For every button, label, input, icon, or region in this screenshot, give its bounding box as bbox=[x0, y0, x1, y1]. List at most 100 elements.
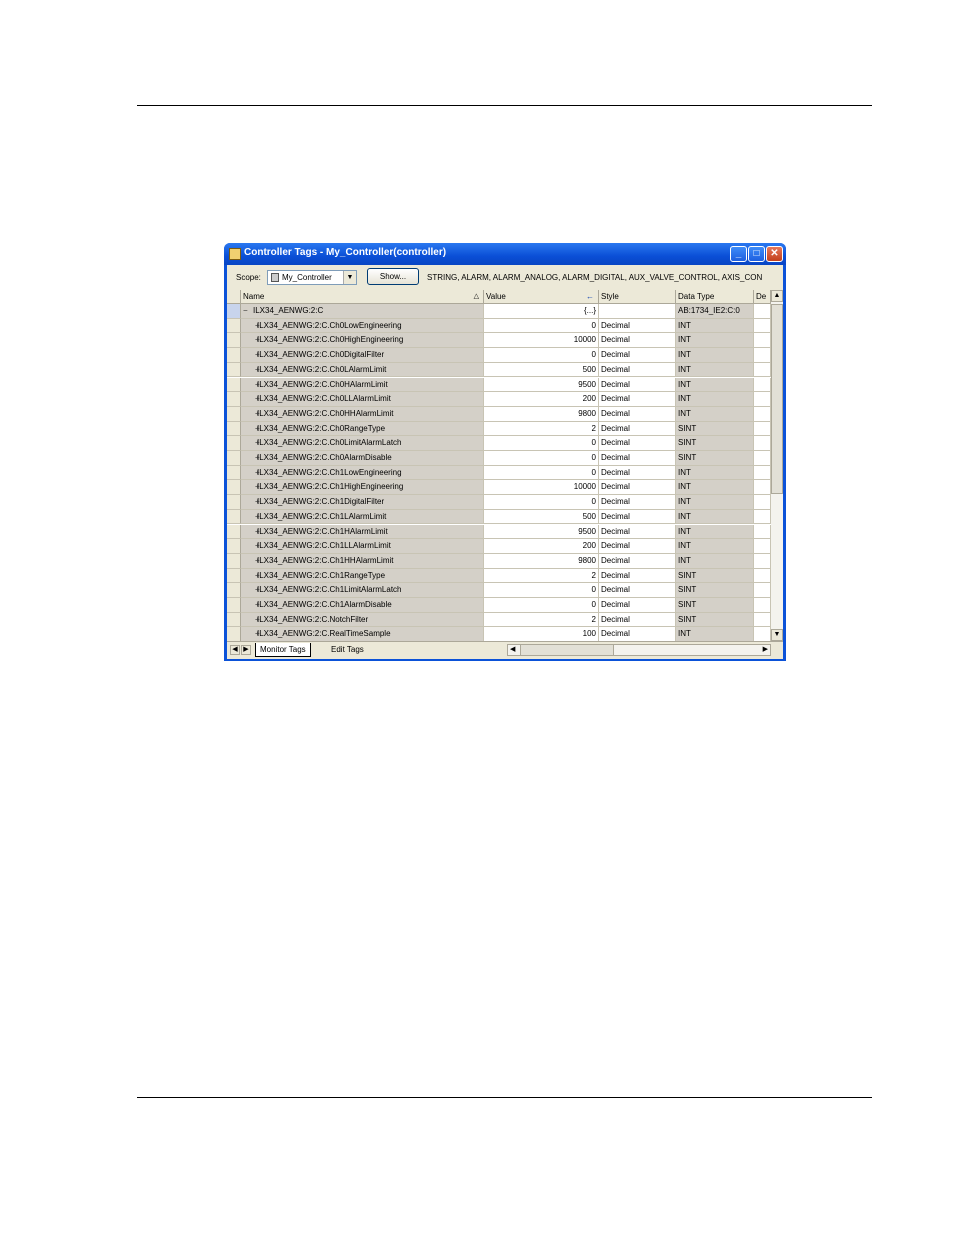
tag-desc-cell[interactable] bbox=[754, 451, 771, 466]
maximize-button[interactable]: □ bbox=[748, 246, 765, 262]
tag-value-cell[interactable]: 500 bbox=[484, 509, 599, 525]
row-selector[interactable] bbox=[227, 509, 241, 525]
tag-style-cell[interactable]: Decimal bbox=[599, 480, 676, 496]
tag-name-cell[interactable]: + ILX34_AENWG:2:C.Ch0LLAlarmLimit bbox=[241, 392, 484, 407]
expand-icon[interactable]: + bbox=[255, 439, 262, 447]
expand-icon[interactable]: + bbox=[255, 527, 262, 535]
tag-desc-cell[interactable] bbox=[754, 480, 771, 496]
tag-value-cell[interactable]: 10000 bbox=[484, 480, 599, 496]
tag-name-cell[interactable]: + ILX34_AENWG:2:C.Ch0LowEngineering bbox=[241, 318, 484, 334]
table-row[interactable]: + ILX34_AENWG:2:C.Ch1HighEngineering 10000… bbox=[227, 480, 771, 496]
tag-name-cell[interactable]: + ILX34_AENWG:2:C.Ch1HighEngineering bbox=[241, 480, 484, 496]
tag-desc-cell[interactable] bbox=[754, 539, 771, 554]
tag-name-cell[interactable]: + ILX34_AENWG:2:C.Ch0LAlarmLimit bbox=[241, 362, 484, 378]
row-selector[interactable] bbox=[227, 304, 241, 319]
tag-desc-cell[interactable] bbox=[754, 465, 771, 481]
tag-desc-cell[interactable] bbox=[754, 406, 771, 422]
tag-value-cell[interactable]: 500 bbox=[484, 362, 599, 378]
expand-icon[interactable]: + bbox=[255, 601, 262, 609]
tag-value-cell[interactable]: 0 bbox=[484, 436, 599, 451]
tag-name-cell[interactable]: + ILX34_AENWG:2:C.Ch1LowEngineering bbox=[241, 465, 484, 481]
chevron-down-icon[interactable]: ▼ bbox=[343, 271, 356, 284]
row-selector[interactable] bbox=[227, 495, 241, 510]
tab-edit-tags[interactable]: Edit Tags bbox=[327, 643, 368, 656]
tag-name-cell[interactable]: + ILX34_AENWG:2:C.Ch0AlarmDisable bbox=[241, 451, 484, 466]
row-selector[interactable] bbox=[227, 362, 241, 378]
tag-value-cell[interactable]: 9500 bbox=[484, 377, 599, 393]
scroll-left-icon[interactable]: ◀ bbox=[510, 645, 515, 655]
tag-value-cell[interactable]: 2 bbox=[484, 568, 599, 584]
tag-desc-cell[interactable] bbox=[754, 495, 771, 510]
tag-value-cell[interactable]: 0 bbox=[484, 495, 599, 510]
scope-dropdown[interactable]: My_Controller ▼ bbox=[267, 270, 357, 285]
row-selector[interactable] bbox=[227, 553, 241, 569]
table-row[interactable]: + ILX34_AENWG:2:C.Ch1LowEngineering 0 Decim… bbox=[227, 465, 771, 481]
table-row[interactable]: + ILX34_AENWG:2:C.Ch0DigitalFilter 0 Decima… bbox=[227, 348, 771, 363]
vertical-scrollbar[interactable]: ▲ ▼ bbox=[771, 290, 783, 641]
tag-value-cell[interactable]: 0 bbox=[484, 465, 599, 481]
horizontal-scroll-thumb[interactable] bbox=[520, 645, 614, 655]
expand-icon[interactable]: + bbox=[255, 336, 262, 344]
table-row[interactable]: + ILX34_AENWG:2:C.Ch0LAlarmLimit 500 Decima… bbox=[227, 362, 771, 378]
tag-style-cell[interactable]: Decimal bbox=[599, 318, 676, 334]
show-button[interactable]: Show... bbox=[367, 268, 419, 285]
tag-style-cell[interactable] bbox=[599, 304, 676, 319]
expand-icon[interactable]: + bbox=[255, 424, 262, 432]
table-row[interactable]: + ILX34_AENWG:2:C.Ch0LimitAlarmLatch 0 Deci… bbox=[227, 436, 771, 451]
row-selector[interactable] bbox=[227, 583, 241, 598]
table-row[interactable]: + ILX34_AENWG:2:C.Ch0HHAlarmLimit 9800 Deci… bbox=[227, 406, 771, 422]
row-selector[interactable] bbox=[227, 406, 241, 422]
row-selector[interactable] bbox=[227, 436, 241, 451]
expand-icon[interactable]: + bbox=[255, 571, 262, 579]
tag-value-cell[interactable]: 100 bbox=[484, 627, 599, 641]
tag-desc-cell[interactable] bbox=[754, 436, 771, 451]
tag-desc-cell[interactable] bbox=[754, 598, 771, 613]
table-row[interactable]: + ILX34_AENWG:2:C.Ch0LLAlarmLimit 200 Decim… bbox=[227, 392, 771, 407]
column-header-name[interactable]: Name △ bbox=[241, 290, 484, 304]
tag-value-cell[interactable]: 0 bbox=[484, 451, 599, 466]
row-selector[interactable] bbox=[227, 568, 241, 584]
tag-style-cell[interactable]: Decimal bbox=[599, 451, 676, 466]
tag-value-cell[interactable]: 9500 bbox=[484, 524, 599, 540]
tag-desc-cell[interactable] bbox=[754, 377, 771, 393]
tag-style-cell[interactable]: Decimal bbox=[599, 421, 676, 437]
table-row[interactable]: + ILX34_AENWG:2:C.NotchFilter 2 Decimal SINT bbox=[227, 612, 771, 628]
tag-value-cell[interactable]: {...} bbox=[484, 304, 599, 319]
row-selector[interactable] bbox=[227, 451, 241, 466]
expand-icon[interactable]: + bbox=[255, 454, 262, 462]
tag-name-cell[interactable]: + ILX34_AENWG:2:C.Ch1LLAlarmLimit bbox=[241, 539, 484, 554]
tag-name-cell[interactable]: + ILX34_AENWG:2:C.Ch0HighEngineering bbox=[241, 333, 484, 349]
tag-desc-cell[interactable] bbox=[754, 568, 771, 584]
row-selector[interactable] bbox=[227, 377, 241, 393]
column-header-type[interactable]: Data Type bbox=[676, 290, 754, 304]
table-row[interactable]: + ILX34_AENWG:2:C.Ch1DigitalFilter 0 Decima… bbox=[227, 495, 771, 510]
tag-value-cell[interactable]: 0 bbox=[484, 318, 599, 334]
title-bar[interactable]: Controller Tags - My_Controller(controll… bbox=[224, 243, 786, 265]
table-row[interactable]: + ILX34_AENWG:2:C.Ch1HAlarmLimit 9500 Decim… bbox=[227, 524, 771, 540]
tag-name-cell[interactable]: + ILX34_AENWG:2:C.Ch0RangeType bbox=[241, 421, 484, 437]
expand-icon[interactable]: − bbox=[243, 307, 250, 315]
tag-desc-cell[interactable] bbox=[754, 553, 771, 569]
expand-icon[interactable]: + bbox=[255, 615, 262, 623]
table-row[interactable]: + ILX34_AENWG:2:C.Ch1AlarmDisable 0 Decimal… bbox=[227, 598, 771, 613]
table-row[interactable]: + ILX34_AENWG:2:C.Ch1LLAlarmLimit 200 Decim… bbox=[227, 539, 771, 554]
expand-icon[interactable]: + bbox=[255, 512, 262, 520]
expand-icon[interactable]: + bbox=[255, 351, 262, 359]
expand-icon[interactable]: + bbox=[255, 380, 262, 388]
tag-name-cell[interactable]: + ILX34_AENWG:2:C.Ch1LimitAlarmLatch bbox=[241, 583, 484, 598]
tag-style-cell[interactable]: Decimal bbox=[599, 568, 676, 584]
tag-name-cell[interactable]: + ILX34_AENWG:2:C.Ch1RangeType bbox=[241, 568, 484, 584]
tag-name-cell[interactable]: + ILX34_AENWG:2:C.Ch1AlarmDisable bbox=[241, 598, 484, 613]
table-row[interactable]: + ILX34_AENWG:2:C.Ch0AlarmDisable 0 Decimal… bbox=[227, 451, 771, 466]
table-row[interactable]: + ILX34_AENWG:2:C.Ch1LAlarmLimit 500 Decima… bbox=[227, 509, 771, 525]
tag-style-cell[interactable]: Decimal bbox=[599, 362, 676, 378]
scroll-up-icon[interactable]: ▲ bbox=[771, 290, 783, 302]
tag-desc-cell[interactable] bbox=[754, 304, 771, 319]
tag-desc-cell[interactable] bbox=[754, 392, 771, 407]
tag-value-cell[interactable]: 0 bbox=[484, 583, 599, 598]
row-selector[interactable] bbox=[227, 333, 241, 349]
scroll-right-icon[interactable]: ▶ bbox=[763, 645, 768, 655]
row-selector[interactable] bbox=[227, 627, 241, 641]
tag-value-cell[interactable]: 10000 bbox=[484, 333, 599, 349]
row-selector[interactable] bbox=[227, 421, 241, 437]
